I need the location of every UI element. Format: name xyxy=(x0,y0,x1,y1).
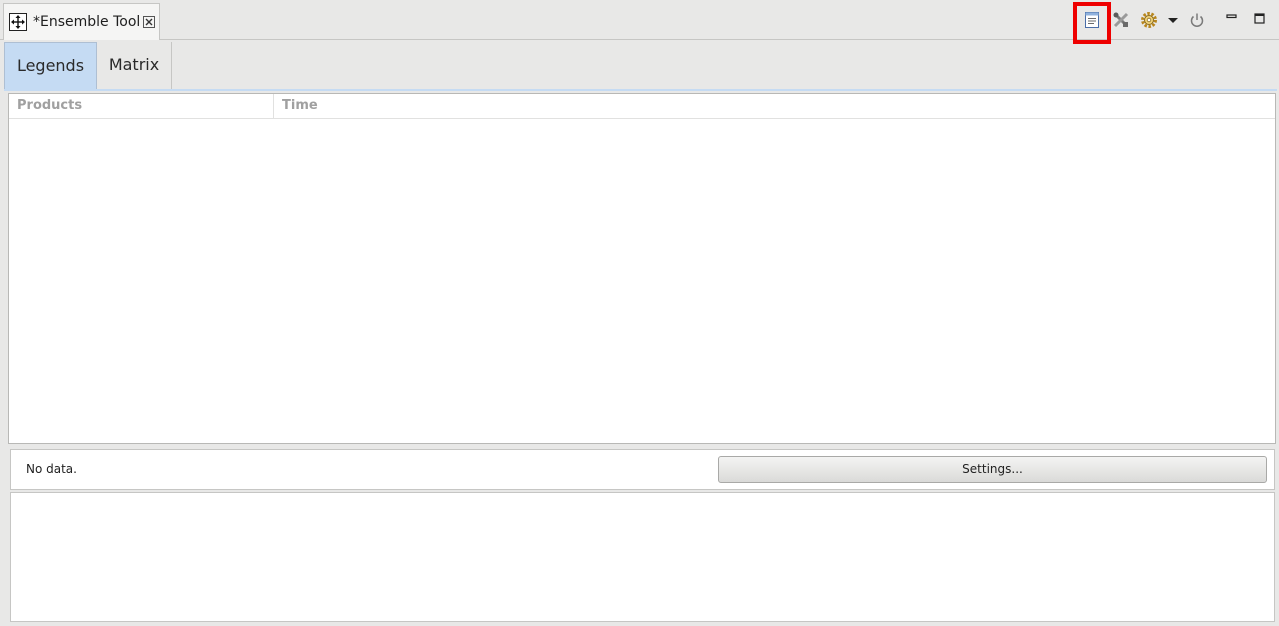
tools-cross-icon[interactable] xyxy=(1111,10,1131,30)
inner-tab-folder: Legends Matrix xyxy=(4,42,1276,90)
status-row: No data. Settings... xyxy=(10,449,1275,490)
products-table[interactable]: Products Time xyxy=(8,93,1276,444)
ensemble-tool-window: *Ensemble Tool Legends Matrix Products T… xyxy=(0,0,1279,626)
view-tab-bar: *Ensemble Tool xyxy=(0,0,1279,44)
gear-icon[interactable] xyxy=(1139,10,1159,30)
status-text: No data. xyxy=(26,462,77,476)
column-header-time[interactable]: Time xyxy=(274,94,574,119)
column-header-products[interactable]: Products xyxy=(9,94,274,119)
power-icon[interactable] xyxy=(1187,10,1207,30)
view-tab-title: *Ensemble Tool xyxy=(33,14,141,30)
settings-button[interactable]: Settings... xyxy=(718,456,1267,483)
highlight-box xyxy=(1073,2,1111,44)
table-header: Products Time xyxy=(9,94,1275,119)
tab-legends[interactable]: Legends xyxy=(4,42,97,90)
move-arrows-icon xyxy=(9,13,27,31)
tab-underline xyxy=(4,89,1277,91)
minimize-icon[interactable] xyxy=(1222,8,1242,28)
view-tab-ensemble-tool[interactable]: *Ensemble Tool xyxy=(3,3,160,40)
details-panel xyxy=(10,492,1275,622)
tab-matrix[interactable]: Matrix xyxy=(97,42,172,90)
maximize-icon[interactable] xyxy=(1250,8,1270,28)
dropdown-arrow-icon[interactable] xyxy=(1163,10,1183,30)
close-icon[interactable] xyxy=(142,14,156,28)
